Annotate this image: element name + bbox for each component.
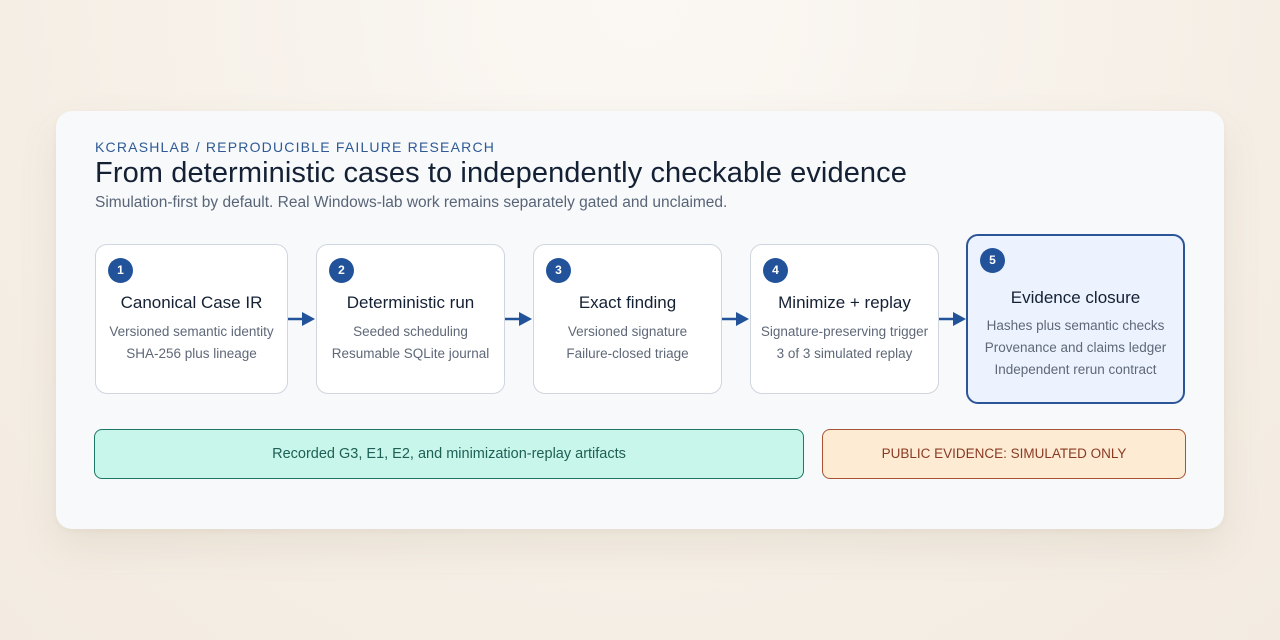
eyebrow-label: KCRASHLAB / REPRODUCIBLE FAILURE RESEARC… — [95, 139, 496, 155]
step-detail: Seeded scheduling — [353, 324, 468, 339]
step-detail: Provenance and claims ledger — [984, 340, 1167, 355]
step-detail: Versioned signature — [567, 324, 688, 339]
public-evidence-status-badge: PUBLIC EVIDENCE: SIMULATED ONLY — [822, 429, 1186, 479]
step-number-badge: 2 — [329, 258, 354, 283]
step-card-deterministic-run: 2 Deterministic run Seeded scheduling Re… — [316, 244, 505, 394]
page-title: From deterministic cases to independentl… — [95, 157, 907, 189]
step-title: Exact finding — [578, 293, 677, 312]
arrow-right-icon — [939, 312, 966, 326]
arrow-right-icon — [505, 312, 532, 326]
step-title: Canonical Case IR — [120, 293, 263, 312]
step-number-badge: 1 — [108, 258, 133, 283]
step-card-exact-finding: 3 Exact finding Versioned signature Fail… — [533, 244, 722, 394]
step-number-badge: 5 — [980, 248, 1005, 273]
step-detail: Independent rerun contract — [994, 362, 1157, 377]
step-detail: Resumable SQLite journal — [331, 346, 490, 361]
arrow-right-icon — [288, 312, 315, 326]
step-card-evidence-closure: 5 Evidence closure Hashes plus semantic … — [966, 234, 1185, 404]
step-detail: Hashes plus semantic checks — [986, 318, 1165, 333]
step-number-badge: 3 — [546, 258, 571, 283]
arrow-right-icon — [722, 312, 749, 326]
step-detail: 3 of 3 simulated replay — [776, 346, 913, 361]
step-detail: SHA-256 plus lineage — [126, 346, 257, 361]
step-title: Minimize + replay — [778, 293, 911, 312]
step-card-canonical-case-ir: 1 Canonical Case IR Versioned semantic i… — [95, 244, 288, 394]
step-number-badge: 4 — [763, 258, 788, 283]
step-detail: Versioned semantic identity — [109, 324, 274, 339]
step-detail: Failure-closed triage — [566, 346, 689, 361]
page-subtitle: Simulation-first by default. Real Window… — [95, 194, 728, 211]
step-detail: Signature-preserving trigger — [760, 324, 929, 339]
step-card-minimize-replay: 4 Minimize + replay Signature-preserving… — [750, 244, 939, 394]
step-title: Evidence closure — [1010, 288, 1141, 307]
recorded-artifacts-banner: Recorded G3, E1, E2, and minimization-re… — [94, 429, 804, 479]
step-title: Deterministic run — [346, 293, 475, 312]
